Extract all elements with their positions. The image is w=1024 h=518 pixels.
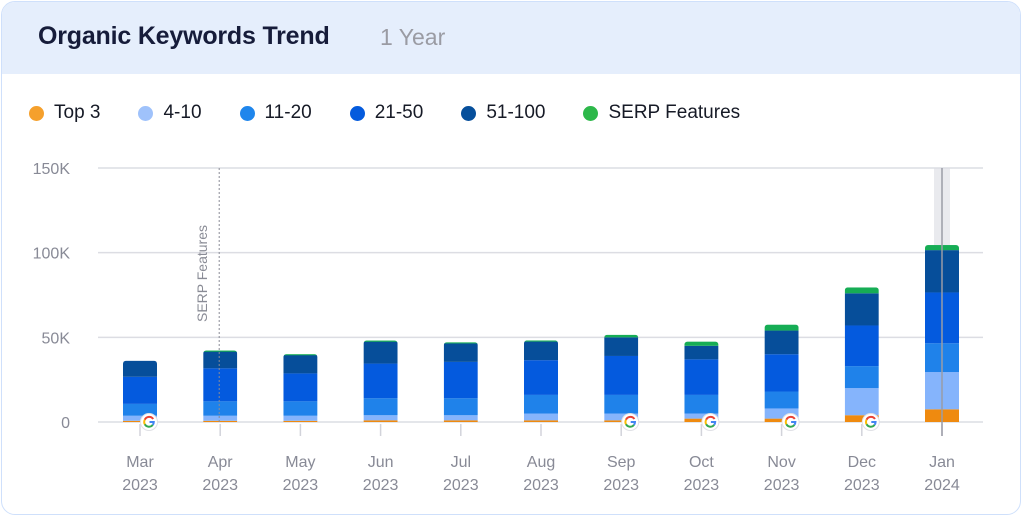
x-tick-label-month: Jul (451, 454, 471, 471)
bar-segment-51-100[interactable] (604, 337, 639, 356)
bar-segment-4-10[interactable] (844, 388, 879, 416)
bar-segment-serp-features[interactable] (684, 341, 719, 346)
bar-segment-4-10[interactable] (363, 415, 398, 421)
y-tick-label: 100K (33, 246, 71, 263)
keywords-trend-chart: 0 50K 100K 150K Mar 2023 Apr 2023 May 2023 Jun 2023… (33, 161, 983, 494)
x-tick-label-year: 2023 (363, 477, 399, 494)
google-update-icon[interactable] (621, 413, 640, 431)
x-tick-label-month: Mar (126, 454, 154, 471)
x-tick-label-month: Jun (368, 454, 394, 471)
x-tick-label-month: Nov (767, 454, 795, 471)
bar-segment-51-100[interactable] (363, 341, 398, 364)
bar-segment-serp-features[interactable] (203, 350, 238, 352)
bar-stack[interactable] (283, 354, 318, 423)
bar-segment-serp-features[interactable] (844, 287, 879, 294)
bar-segment-11-20[interactable] (283, 401, 318, 416)
bar-segment-11-20[interactable] (764, 391, 799, 409)
bar-segment-21-50[interactable] (363, 363, 398, 399)
google-update-icon[interactable] (701, 413, 720, 431)
x-tick-label-year: 2023 (684, 477, 720, 494)
bar-segment-21-50[interactable] (203, 368, 238, 402)
x-tick-label-year: 2023 (523, 477, 559, 494)
bar-segment-11-20[interactable] (604, 394, 639, 414)
x-tick-label-year: 2023 (603, 477, 639, 494)
bar-stack[interactable] (203, 350, 238, 423)
y-tick-label: 150K (33, 161, 71, 178)
bar-segment-4-10[interactable] (443, 415, 478, 421)
bar-segment-21-50[interactable] (283, 373, 318, 402)
bar-segment-51-100[interactable] (764, 330, 799, 355)
bar-segment-51-100[interactable] (203, 351, 238, 369)
bar-segment-4-10[interactable] (203, 415, 238, 421)
bar-stack[interactable] (844, 287, 879, 422)
bar-segment-21-50[interactable] (443, 361, 478, 399)
google-update-icon[interactable] (781, 413, 800, 431)
bar-segment-21-50[interactable] (684, 359, 719, 395)
x-tick-label-year: 2023 (443, 477, 479, 494)
bar-segment-11-20[interactable] (684, 394, 719, 414)
x-tick-label-month: Apr (208, 454, 234, 471)
bar-segment-top-3[interactable] (524, 420, 558, 422)
bar-segment-11-20[interactable] (524, 394, 558, 414)
google-update-icon[interactable] (140, 413, 158, 431)
google-update-icon[interactable] (861, 413, 880, 431)
bar-segment-51-100[interactable] (684, 345, 719, 360)
x-tick-label-year: 2023 (202, 477, 238, 494)
x-tick-label-month: Dec (848, 454, 876, 471)
bar-segment-21-50[interactable] (604, 355, 639, 395)
bar-stack[interactable] (764, 324, 799, 422)
x-tick-label-month: May (285, 454, 315, 471)
bar-segment-top-3[interactable] (443, 420, 478, 422)
bar-segment-51-100[interactable] (524, 341, 558, 361)
bar-segment-21-50[interactable] (123, 376, 157, 404)
bar-segment-11-20[interactable] (844, 366, 879, 389)
x-tick-label-year: 2023 (283, 477, 319, 494)
x-tick-label-month: Sep (607, 454, 636, 471)
bar-segment-11-20[interactable] (363, 398, 398, 416)
bar-segment-4-10[interactable] (524, 413, 558, 421)
bar-segment-21-50[interactable] (524, 360, 558, 395)
bar-segment-serp-features[interactable] (363, 340, 398, 342)
bar-segment-serp-features[interactable] (443, 342, 478, 344)
bar-stack[interactable] (363, 340, 398, 422)
bar-segment-11-20[interactable] (443, 398, 478, 416)
x-tick-label-year: 2023 (122, 477, 158, 494)
y-tick-label: 0 (61, 415, 70, 432)
bar-segment-51-100[interactable] (123, 360, 157, 377)
bar-segment-top-3[interactable] (203, 420, 238, 423)
bar-segment-4-10[interactable] (283, 415, 318, 421)
x-tick-label-month: Oct (689, 454, 714, 471)
x-tick-label-year: 2024 (924, 477, 960, 494)
bar-segment-51-100[interactable] (283, 354, 318, 374)
bar-segment-serp-features[interactable] (524, 340, 558, 342)
bar-stack[interactable] (123, 360, 157, 423)
x-tick-label-month: Jan (929, 454, 955, 471)
bar-stack[interactable] (443, 342, 478, 422)
bar-segment-21-50[interactable] (764, 354, 799, 392)
serp-features-annotation-label: SERP Features (194, 225, 210, 322)
bar-stack[interactable] (604, 334, 639, 422)
bar-segment-21-50[interactable] (844, 325, 879, 367)
bar-segment-serp-features[interactable] (764, 324, 799, 331)
x-tick-label-month: Aug (527, 454, 555, 471)
bar-segment-51-100[interactable] (844, 293, 879, 326)
bar-segment-top-3[interactable] (283, 420, 318, 423)
bar-segment-serp-features[interactable] (283, 354, 318, 356)
bar-segment-serp-features[interactable] (604, 334, 639, 338)
bar-segment-51-100[interactable] (443, 343, 478, 362)
bar-segment-top-3[interactable] (363, 420, 398, 422)
x-tick-label-year: 2023 (764, 477, 800, 494)
bar-stack[interactable] (524, 340, 558, 422)
bar-stack[interactable] (684, 341, 719, 422)
x-tick-label-year: 2023 (844, 477, 880, 494)
y-tick-label: 50K (42, 330, 71, 347)
bar-segment-11-20[interactable] (203, 401, 238, 416)
